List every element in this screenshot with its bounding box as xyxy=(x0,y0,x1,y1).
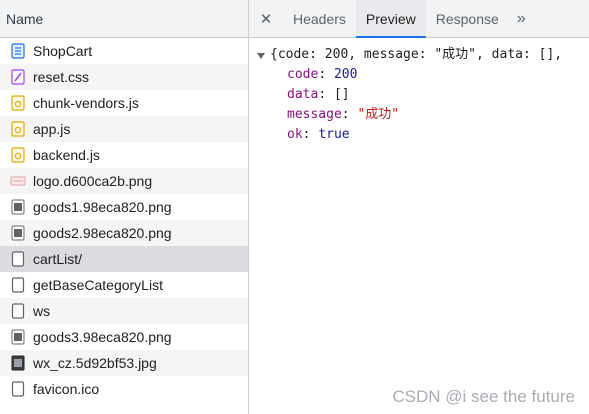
json-value: 200 xyxy=(333,67,358,82)
image-icon xyxy=(11,355,25,371)
tab-response[interactable]: Response xyxy=(426,0,509,37)
image-icon xyxy=(10,176,26,186)
blank-file-icon xyxy=(11,381,25,397)
request-name: goods2.98eca820.png xyxy=(33,225,172,241)
json-preview: {code: 200, message: "成功", data: [], cod… xyxy=(249,38,589,145)
script-icon xyxy=(11,121,25,137)
request-row-getbasecategorylist[interactable]: getBaseCategoryList xyxy=(0,272,248,298)
blank-file-icon xyxy=(11,303,25,319)
detail-tabbar: ✕ Headers Preview Response » xyxy=(249,0,589,38)
request-row-chunk-vendors-js[interactable]: chunk-vendors.js xyxy=(0,90,248,116)
devtools-network-panel: Name ShopCart reset.css chunk-vendors.js… xyxy=(0,0,589,414)
request-row-reset-css[interactable]: reset.css xyxy=(0,64,248,90)
request-name: getBaseCategoryList xyxy=(33,277,163,293)
tab-preview[interactable]: Preview xyxy=(355,0,426,38)
json-key: message xyxy=(287,107,342,122)
request-name: reset.css xyxy=(33,69,90,85)
request-name: app.js xyxy=(33,121,71,137)
request-name: goods1.98eca820.png xyxy=(33,199,172,215)
name-column-header[interactable]: Name xyxy=(0,0,248,38)
watermark: CSDN @i see the future xyxy=(392,387,575,406)
request-row-wx-cz-jpg[interactable]: wx_cz.5d92bf53.jpg xyxy=(0,350,248,376)
request-row-goods3-png[interactable]: goods3.98eca820.png xyxy=(0,324,248,350)
json-summary: {code: 200, message: "成功", data: [], xyxy=(270,47,563,62)
request-row-backend-js[interactable]: backend.js xyxy=(0,142,248,168)
stylesheet-icon xyxy=(11,69,25,85)
request-name: backend.js xyxy=(33,147,100,163)
request-row-goods2-png[interactable]: goods2.98eca820.png xyxy=(0,220,248,246)
json-property-data: data: [] xyxy=(287,87,350,102)
request-list-pane: Name ShopCart reset.css chunk-vendors.js… xyxy=(0,0,249,414)
image-icon xyxy=(11,199,25,215)
blank-file-icon xyxy=(11,277,25,293)
json-property-code: code: 200 xyxy=(287,67,358,82)
request-list: ShopCart reset.css chunk-vendors.js app.… xyxy=(0,38,248,402)
request-name: ShopCart xyxy=(33,43,93,59)
request-row-goods1-png[interactable]: goods1.98eca820.png xyxy=(0,194,248,220)
json-property-message: message: "成功" xyxy=(287,107,400,122)
blank-file-icon xyxy=(11,251,25,267)
request-name: ws xyxy=(33,303,51,319)
request-name: logo.d600ca2b.png xyxy=(33,173,153,189)
request-row-cartlist[interactable]: cartList/ xyxy=(0,246,248,272)
name-column-label: Name xyxy=(6,10,44,27)
image-icon xyxy=(11,225,25,241)
json-key: data xyxy=(287,87,319,102)
request-name: wx_cz.5d92bf53.jpg xyxy=(33,355,157,371)
image-icon xyxy=(11,329,25,345)
request-name: favicon.ico xyxy=(33,381,100,397)
script-icon xyxy=(11,95,25,111)
json-root-row[interactable]: {code: 200, message: "成功", data: [], xyxy=(249,45,589,65)
json-value: "成功" xyxy=(357,107,400,122)
request-row-shopcart[interactable]: ShopCart xyxy=(0,38,248,64)
more-tabs-icon[interactable]: » xyxy=(509,0,534,37)
request-name: goods3.98eca820.png xyxy=(33,329,172,345)
script-icon xyxy=(11,147,25,163)
request-row-favicon-ico[interactable]: favicon.ico xyxy=(0,376,248,402)
tab-headers[interactable]: Headers xyxy=(283,0,356,37)
request-row-ws[interactable]: ws xyxy=(0,298,248,324)
document-icon xyxy=(11,43,25,59)
json-value: [] xyxy=(333,87,350,102)
close-icon[interactable]: ✕ xyxy=(249,0,283,37)
request-name: cartList/ xyxy=(33,251,83,267)
request-detail-pane: ✕ Headers Preview Response » {code: 200,… xyxy=(249,0,589,414)
json-value: true xyxy=(318,127,350,142)
json-key: ok xyxy=(287,127,303,142)
request-row-app-js[interactable]: app.js xyxy=(0,116,248,142)
request-name: chunk-vendors.js xyxy=(33,95,139,111)
json-property-ok: ok: true xyxy=(287,127,350,142)
request-row-logo-png[interactable]: logo.d600ca2b.png xyxy=(0,168,248,194)
expand-triangle-icon[interactable] xyxy=(257,52,265,59)
json-key: code xyxy=(287,67,319,82)
